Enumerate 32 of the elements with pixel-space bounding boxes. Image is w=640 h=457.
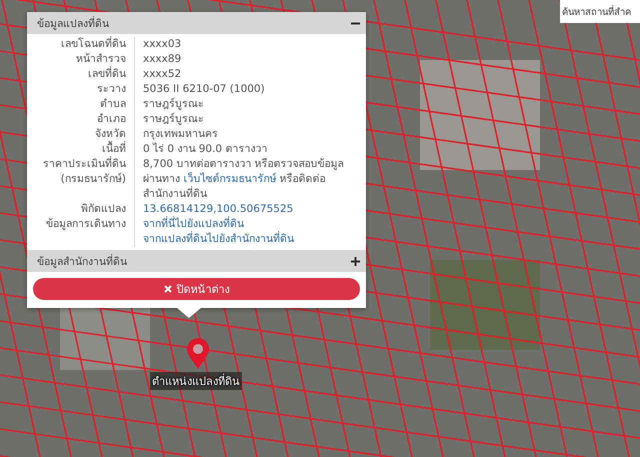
plus-icon: [351, 256, 360, 266]
search-field[interactable]: ค้นหาสถานที่สำค: [560, 0, 640, 20]
field-value: 0 ไร่ 0 งาน 90.0 ตารางวา: [143, 142, 268, 157]
field-value: xxxx03: [143, 37, 182, 52]
field-label: อำเภอ: [27, 112, 135, 127]
field-value: xxxx52: [143, 67, 182, 82]
field-label: เลขที่ดิน: [27, 67, 135, 82]
field-label: เนื้อที่: [27, 142, 135, 157]
field-label: ข้อมูลการเดินทาง: [27, 217, 135, 247]
field-value: 5036 II 6210-07 (1000): [143, 82, 266, 97]
map-pin-icon: [186, 338, 210, 370]
field-value: 8,700 บาทต่อตารางวา หรือตรวจสอบข้อมูลผ่านทาง เว็บไซต์กรมธนารักษ์ หรือติดต่อสำนักงานที่ดิน: [143, 157, 345, 202]
field-label: ตำบล: [27, 97, 135, 112]
field-value: ราษฎร์บูรณะ: [143, 97, 205, 112]
link[interactable]: จากแปลงที่ดินไปยังสำนักงานที่ดิน: [143, 232, 360, 247]
close-icon: [164, 285, 172, 293]
link[interactable]: เว็บไซต์กรมธนารักษ์: [183, 173, 276, 185]
field-label: ราคาประเมินที่ดิน (กรมธนารักษ์): [27, 157, 135, 202]
section-header[interactable]: ข้อมูลสำนักงานที่ดิน: [27, 250, 366, 272]
field-label: หน้าสำรวจ: [27, 52, 135, 67]
field-value: ราษฎร์บูรณะ: [143, 112, 205, 127]
marker-label: ตำแหน่งแปลงที่ดิน: [150, 372, 242, 390]
section-header[interactable]: ข้อมูลแปลงที่ดิน: [27, 12, 366, 34]
link[interactable]: 13.66814129,100.50675525: [143, 202, 360, 217]
field-value: xxxx89: [143, 52, 182, 67]
field-label: ระวาง: [27, 82, 135, 97]
field-label: เลขโฉนดที่ดิน: [27, 37, 135, 52]
field-value: กรุงเทพมหานคร: [143, 127, 219, 142]
close-button[interactable]: ปิดหน้าต่าง: [33, 278, 360, 300]
field-label: จังหวัด: [27, 127, 135, 142]
field-label: พิกัดแปลง: [27, 202, 135, 217]
link[interactable]: จากที่นี่ไปยังแปลงที่ดิน: [143, 217, 360, 232]
